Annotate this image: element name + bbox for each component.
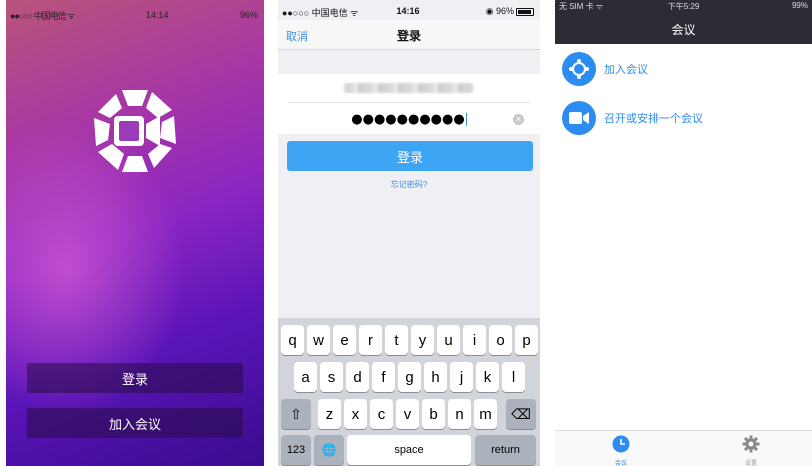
numbers-key[interactable]: 123 [281,435,311,465]
key-n[interactable]: n [448,399,471,429]
keyboard-row-1: qwertyuiop [278,325,540,355]
status-bar: ●●○○○ 中国电信 ᯤ 14:16 ◉ 96% [282,6,534,18]
header-bar: 无 SIM 卡 ᯤ 下午5:29 99% 会议 [555,0,812,44]
key-w[interactable]: w [307,325,330,355]
tab-settings[interactable]: 设置 [731,435,771,466]
forgot-password-link[interactable]: 忘记密码? [278,179,540,190]
key-h[interactable]: h [424,362,447,392]
clear-icon[interactable]: ✕ [513,114,524,125]
page-title: 登录 [396,29,421,43]
key-r[interactable]: r [359,325,382,355]
key-e[interactable]: e [333,325,356,355]
key-g[interactable]: g [398,362,421,392]
carrier-label: ●●○○○ 中国电信 ᯤ [10,10,75,21]
meetings-screen: 无 SIM 卡 ᯤ 下午5:29 99% 会议 加入会议 召开或安排一个会议 会… [555,0,812,466]
key-l[interactable]: l [502,362,525,392]
start-meeting-item[interactable]: 召开或安排一个会议 [562,100,703,136]
keyboard-row-4: 123 🌐 space return [278,435,540,465]
app-logo-icon [94,90,176,172]
password-field[interactable]: ●●●●●●●●●● ✕ [288,105,530,134]
keyboard-row-2: asdfghjkl [278,362,540,392]
join-meeting-icon [562,52,596,86]
key-q[interactable]: q [281,325,304,355]
login-submit-button[interactable]: 登录 [287,141,533,171]
key-i[interactable]: i [463,325,486,355]
join-meeting-item[interactable]: 加入会议 [562,51,648,87]
key-d[interactable]: d [346,362,369,392]
battery-label: ◉ 96% [485,6,514,16]
key-b[interactable]: b [422,399,445,429]
delete-key[interactable]: ⌫ [506,399,536,429]
username-field[interactable] [288,74,530,103]
status-time: 14:14 [145,10,169,20]
key-c[interactable]: c [370,399,393,429]
text-caret [465,113,467,126]
start-meeting-label: 召开或安排一个会议 [604,113,703,125]
key-f[interactable]: f [372,362,395,392]
key-y[interactable]: y [411,325,434,355]
key-a[interactable]: a [294,362,317,392]
nav-bar: 取消 登录 [278,20,540,50]
battery-label: 99% [791,1,808,10]
tab-label: 会议 [614,461,627,466]
globe-icon[interactable]: 🌐 [314,435,344,465]
clock-icon [612,435,630,453]
video-camera-icon [562,101,596,135]
login-button[interactable]: 登录 [27,363,243,393]
space-key[interactable]: space [347,435,471,465]
status-bar: 无 SIM 卡 ᯤ 下午5:29 99% [559,1,808,13]
key-x[interactable]: x [344,399,367,429]
battery-label: 96% [239,10,258,20]
key-k[interactable]: k [476,362,499,392]
join-meeting-button[interactable]: 加入会议 [27,408,243,438]
login-form: ●●●●●●●●●● ✕ [278,74,540,134]
tab-label: 设置 [744,461,757,466]
splash-screen: ●●○○○ 中国电信 ᯤ 14:14 96% 登录 加入会议 [6,0,264,466]
key-s[interactable]: s [320,362,343,392]
key-j[interactable]: j [450,362,473,392]
tab-bar: 会议 设置 [555,430,812,466]
keyboard: qwertyuiop asdfghjkl ⇧ ⌫ zxcvbnm 123 🌐 s… [278,318,540,466]
tab-meetings[interactable]: 会议 [601,435,641,466]
page-title: 会议 [671,23,696,37]
blurred-username [344,83,474,93]
gear-icon [742,435,760,453]
key-v[interactable]: v [396,399,419,429]
status-time: 下午5:29 [667,2,700,11]
key-m[interactable]: m [474,399,497,429]
battery-indicator: ◉ 96% [486,6,534,17]
battery-icon [516,7,534,16]
key-p[interactable]: p [515,325,538,355]
password-value: ●●●●●●●●●● [351,112,465,127]
login-screen: ●●○○○ 中国电信 ᯤ 14:16 ◉ 96% 取消 登录 ●●●●●●●●●… [278,0,540,466]
return-key[interactable]: return [475,435,536,465]
keyboard-row-3: ⇧ ⌫ zxcvbnm [278,399,540,429]
key-o[interactable]: o [489,325,512,355]
shift-key[interactable]: ⇧ [281,399,311,429]
key-z[interactable]: z [318,399,341,429]
key-u[interactable]: u [437,325,460,355]
join-meeting-label: 加入会议 [604,64,648,76]
status-bar: ●●○○○ 中国电信 ᯤ 14:14 96% [10,8,258,22]
key-t[interactable]: t [385,325,408,355]
